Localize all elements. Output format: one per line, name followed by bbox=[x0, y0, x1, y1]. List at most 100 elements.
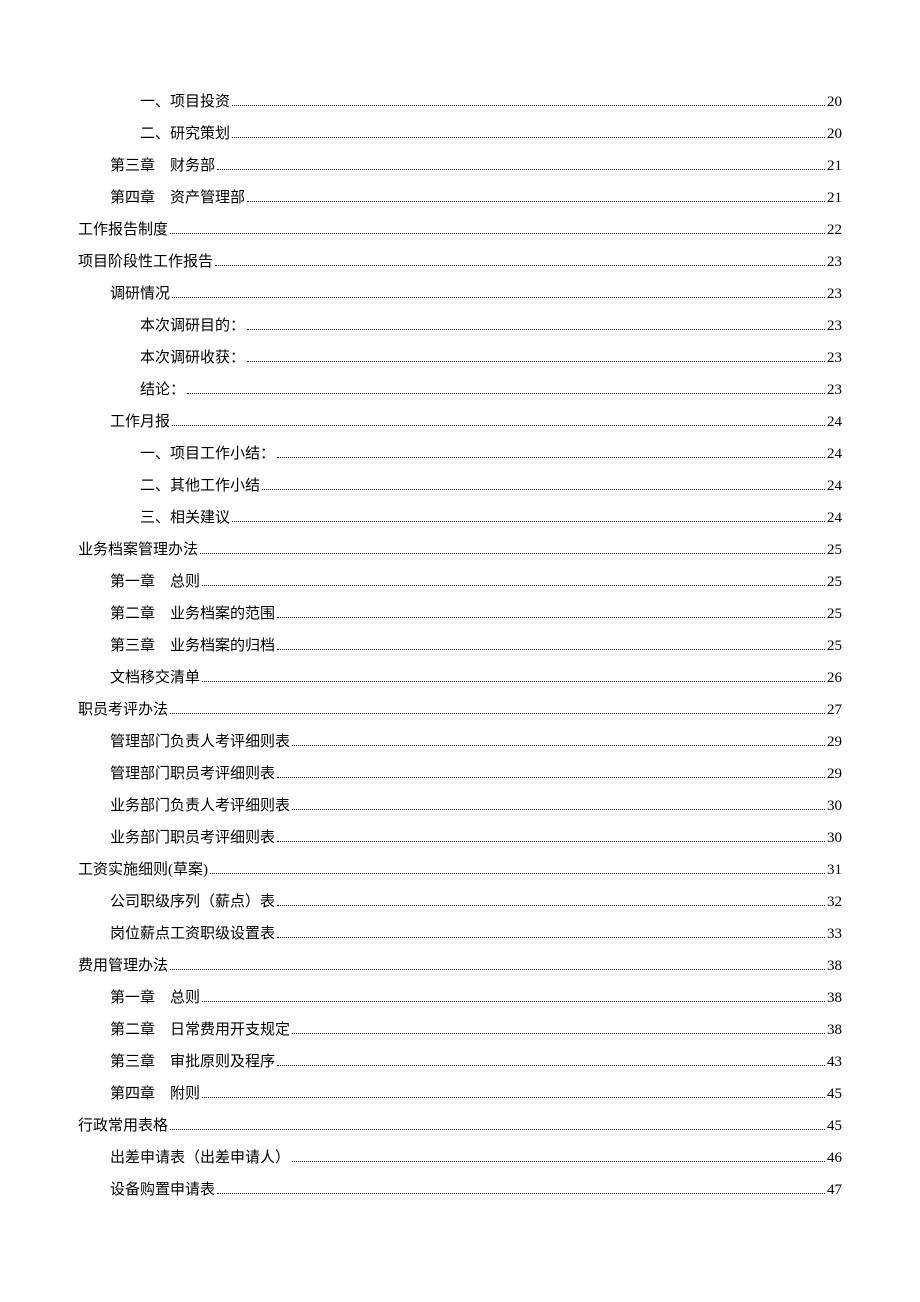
toc-leader-dots bbox=[277, 937, 825, 938]
toc-leader-dots bbox=[277, 777, 825, 778]
toc-entry-page: 47 bbox=[827, 1178, 842, 1202]
toc-entry[interactable]: 公司职级序列（薪点）表 32 bbox=[78, 890, 842, 914]
toc-entry-label: 业务档案管理办法 bbox=[78, 538, 198, 562]
toc-entry-page: 38 bbox=[827, 1018, 842, 1042]
toc-leader-dots bbox=[292, 1161, 825, 1162]
toc-entry-label: 设备购置申请表 bbox=[110, 1178, 215, 1202]
toc-entry-label: 管理部门负责人考评细则表 bbox=[110, 730, 290, 754]
toc-leader-dots bbox=[292, 1033, 825, 1034]
toc-entry-label: 公司职级序列（薪点）表 bbox=[110, 890, 275, 914]
toc-entry[interactable]: 第四章 资产管理部21 bbox=[78, 186, 842, 210]
toc-entry[interactable]: 第四章 附则 45 bbox=[78, 1082, 842, 1106]
toc-entry-page: 45 bbox=[827, 1114, 842, 1138]
toc-entry-page: 29 bbox=[827, 730, 842, 754]
toc-entry[interactable]: 二、其他工作小结 24 bbox=[78, 474, 842, 498]
toc-entry-label: 第三章 审批原则及程序 bbox=[110, 1050, 275, 1074]
toc-entry[interactable]: 业务档案管理办法25 bbox=[78, 538, 842, 562]
toc-entry[interactable]: 项目阶段性工作报告23 bbox=[78, 250, 842, 274]
toc-entry-label: 第一章 总则 bbox=[110, 570, 200, 594]
toc-entry-page: 22 bbox=[827, 218, 842, 242]
toc-leader-dots bbox=[232, 137, 825, 138]
toc-entry-label: 管理部门职员考评细则表 bbox=[110, 762, 275, 786]
toc-entry[interactable]: 出差申请表（出差申请人） 46 bbox=[78, 1146, 842, 1170]
toc-leader-dots bbox=[247, 361, 825, 362]
toc-entry[interactable]: 岗位薪点工资职级设置表33 bbox=[78, 922, 842, 946]
toc-entry[interactable]: 第三章 业务档案的归档25 bbox=[78, 634, 842, 658]
toc-entry-page: 25 bbox=[827, 570, 842, 594]
toc-entry[interactable]: 第二章 业务档案的范围25 bbox=[78, 602, 842, 626]
toc-leader-dots bbox=[277, 649, 825, 650]
toc-leader-dots bbox=[170, 1129, 825, 1130]
toc-entry-page: 46 bbox=[827, 1146, 842, 1170]
toc-entry[interactable]: 管理部门负责人考评细则表 29 bbox=[78, 730, 842, 754]
toc-entry[interactable]: 一、项目投资20 bbox=[78, 90, 842, 114]
toc-leader-dots bbox=[200, 553, 825, 554]
toc-entry-label: 第四章 附则 bbox=[110, 1082, 200, 1106]
toc-entry[interactable]: 本次调研目的：23 bbox=[78, 314, 842, 338]
toc-entry-page: 32 bbox=[827, 890, 842, 914]
toc-leader-dots bbox=[232, 105, 825, 106]
toc-entry[interactable]: 第三章 审批原则及程序 43 bbox=[78, 1050, 842, 1074]
toc-entry[interactable]: 第三章 财务部 21 bbox=[78, 154, 842, 178]
toc-entry-page: 20 bbox=[827, 122, 842, 146]
toc-entry-page: 23 bbox=[827, 314, 842, 338]
toc-entry[interactable]: 工资实施细则(草案)31 bbox=[78, 858, 842, 882]
toc-entry-label: 业务部门职员考评细则表 bbox=[110, 826, 275, 850]
toc-entry-label: 二、研究策划 bbox=[140, 122, 230, 146]
toc-entry-page: 29 bbox=[827, 762, 842, 786]
toc-entry-page: 24 bbox=[827, 506, 842, 530]
toc-entry-page: 24 bbox=[827, 410, 842, 434]
toc-leader-dots bbox=[170, 233, 825, 234]
toc-entry-label: 第二章 日常费用开支规定 bbox=[110, 1018, 290, 1042]
toc-entry[interactable]: 行政常用表格45 bbox=[78, 1114, 842, 1138]
toc-entry-label: 工作报告制度 bbox=[78, 218, 168, 242]
toc-entry[interactable]: 本次调研收获：23 bbox=[78, 346, 842, 370]
toc-entry-label: 出差申请表（出差申请人） bbox=[110, 1146, 290, 1170]
toc-entry-page: 45 bbox=[827, 1082, 842, 1106]
toc-entry[interactable]: 业务部门职员考评细则表 30 bbox=[78, 826, 842, 850]
toc-entry-page: 30 bbox=[827, 826, 842, 850]
toc-entry[interactable]: 文档移交清单26 bbox=[78, 666, 842, 690]
toc-leader-dots bbox=[170, 969, 825, 970]
toc-leader-dots bbox=[277, 617, 825, 618]
toc-entry-label: 项目阶段性工作报告 bbox=[78, 250, 213, 274]
toc-entry[interactable]: 第一章 总则38 bbox=[78, 986, 842, 1010]
toc-entry[interactable]: 三、相关建议 24 bbox=[78, 506, 842, 530]
toc-entry[interactable]: 第一章 总则 25 bbox=[78, 570, 842, 594]
toc-entry[interactable]: 工作报告制度 22 bbox=[78, 218, 842, 242]
toc-entry[interactable]: 职员考评办法27 bbox=[78, 698, 842, 722]
toc-entry[interactable]: 调研情况23 bbox=[78, 282, 842, 306]
toc-entry-page: 31 bbox=[827, 858, 842, 882]
toc-leader-dots bbox=[217, 1193, 825, 1194]
toc-leader-dots bbox=[277, 841, 825, 842]
toc-entry-label: 二、其他工作小结 bbox=[140, 474, 260, 498]
toc-entry-page: 25 bbox=[827, 602, 842, 626]
toc-leader-dots bbox=[170, 713, 825, 714]
toc-entry[interactable]: 一、项目工作小结：24 bbox=[78, 442, 842, 466]
toc-leader-dots bbox=[187, 393, 825, 394]
toc-entry-page: 43 bbox=[827, 1050, 842, 1074]
toc-leader-dots bbox=[292, 745, 825, 746]
toc-entry[interactable]: 费用管理办法38 bbox=[78, 954, 842, 978]
toc-leader-dots bbox=[172, 425, 825, 426]
toc-entry-label: 职员考评办法 bbox=[78, 698, 168, 722]
toc-entry-label: 三、相关建议 bbox=[140, 506, 230, 530]
toc-entry-label: 第三章 财务部 bbox=[110, 154, 215, 178]
toc-leader-dots bbox=[202, 681, 825, 682]
toc-entry[interactable]: 第二章 日常费用开支规定 38 bbox=[78, 1018, 842, 1042]
toc-entry-page: 20 bbox=[827, 90, 842, 114]
toc-entry-page: 24 bbox=[827, 474, 842, 498]
toc-entry[interactable]: 设备购置申请表 47 bbox=[78, 1178, 842, 1202]
toc-entry[interactable]: 结论：23 bbox=[78, 378, 842, 402]
toc-entry[interactable]: 二、研究策划 20 bbox=[78, 122, 842, 146]
toc-entry-page: 24 bbox=[827, 442, 842, 466]
toc-leader-dots bbox=[277, 905, 825, 906]
toc-entry-page: 23 bbox=[827, 282, 842, 306]
toc-entry-page: 21 bbox=[827, 154, 842, 178]
toc-entry[interactable]: 管理部门职员考评细则表 29 bbox=[78, 762, 842, 786]
toc-leader-dots bbox=[247, 201, 825, 202]
toc-entry[interactable]: 业务部门负责人考评细则表30 bbox=[78, 794, 842, 818]
toc-entry[interactable]: 工作月报24 bbox=[78, 410, 842, 434]
toc-leader-dots bbox=[277, 457, 825, 458]
toc-entry-label: 本次调研收获： bbox=[140, 346, 245, 370]
